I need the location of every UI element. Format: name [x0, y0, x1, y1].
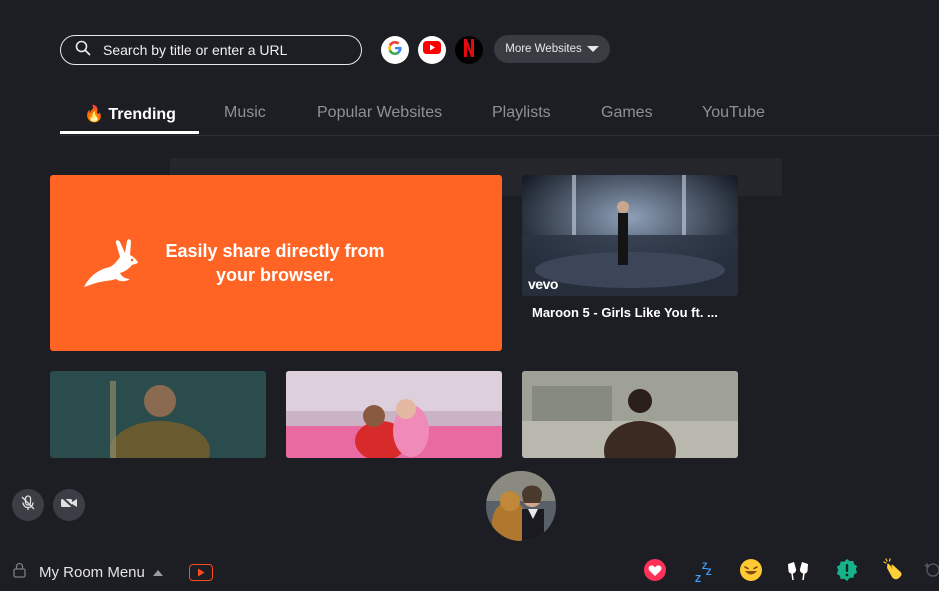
mic-off-icon — [20, 494, 36, 516]
chevron-down-icon — [586, 46, 599, 52]
tab-playlists[interactable]: Playlists — [492, 104, 551, 122]
video-thumbnail[interactable] — [522, 371, 738, 458]
google-icon — [387, 40, 403, 61]
sleep-reaction-button[interactable]: Z Z Z — [691, 560, 715, 585]
rabbit-logo-icon — [80, 235, 142, 291]
add-reaction-button[interactable] — [921, 560, 939, 584]
heart-reaction-button[interactable] — [643, 558, 667, 587]
svg-text:Z: Z — [695, 574, 701, 584]
tab-label: Trending — [108, 106, 176, 123]
more-websites-label: More Websites — [505, 43, 582, 55]
chevron-up-icon[interactable] — [152, 569, 163, 576]
cheers-reaction-button[interactable] — [786, 560, 810, 584]
search-bar[interactable] — [60, 35, 362, 65]
alert-reaction-button[interactable] — [835, 558, 859, 587]
active-tab-indicator — [60, 131, 199, 134]
room-menu-bar: My Room Menu — [12, 562, 213, 583]
cheers-icon — [785, 558, 811, 587]
youtube-icon — [423, 41, 441, 59]
laugh-reaction-button[interactable] — [739, 558, 763, 587]
clap-icon — [881, 557, 905, 587]
alert-icon — [835, 558, 859, 587]
fire-icon: 🔥 — [84, 106, 104, 123]
netflix-icon — [463, 38, 475, 62]
svg-text:Z: Z — [706, 567, 712, 577]
tab-youtube[interactable]: YouTube — [702, 104, 765, 122]
tab-games[interactable]: Games — [601, 104, 653, 122]
google-site-button[interactable] — [381, 36, 409, 64]
avatar[interactable] — [486, 471, 556, 541]
mute-mic-button[interactable] — [12, 489, 44, 521]
netflix-site-button[interactable] — [455, 36, 483, 64]
play-icon — [197, 568, 205, 577]
tab-music[interactable]: Music — [224, 104, 266, 122]
heart-icon — [643, 558, 667, 587]
room-menu-button[interactable]: My Room Menu — [39, 564, 145, 581]
tab-trending[interactable]: 🔥 Trending — [84, 104, 176, 124]
search-icon — [75, 40, 91, 61]
youtube-site-button[interactable] — [418, 36, 446, 64]
video-thumbnail[interactable]: vevo — [522, 175, 738, 296]
tab-popular-websites[interactable]: Popular Websites — [317, 104, 442, 122]
camera-off-button[interactable] — [53, 489, 85, 521]
more-websites-button[interactable]: More Websites — [494, 35, 610, 63]
search-input[interactable] — [103, 42, 333, 58]
video-thumbnail[interactable] — [50, 371, 266, 458]
promo-card[interactable]: Easily share directly from your browser. — [50, 175, 502, 351]
camera-off-icon — [60, 495, 78, 515]
category-tabs: 🔥 Trending Music Popular Websites Playli… — [60, 96, 939, 136]
lock-icon — [12, 562, 27, 583]
video-thumbnail[interactable] — [286, 371, 502, 458]
clap-reaction-button[interactable] — [881, 557, 905, 587]
vevo-badge: vevo — [528, 276, 558, 292]
laugh-icon — [739, 558, 763, 587]
add-reaction-icon — [924, 561, 939, 584]
video-title[interactable]: Maroon 5 - Girls Like You ft. ... — [532, 305, 742, 320]
promo-text: Easily share directly from your browser. — [165, 241, 385, 285]
sleep-icon: Z Z Z — [691, 560, 715, 585]
youtube-share-button[interactable] — [188, 564, 213, 581]
